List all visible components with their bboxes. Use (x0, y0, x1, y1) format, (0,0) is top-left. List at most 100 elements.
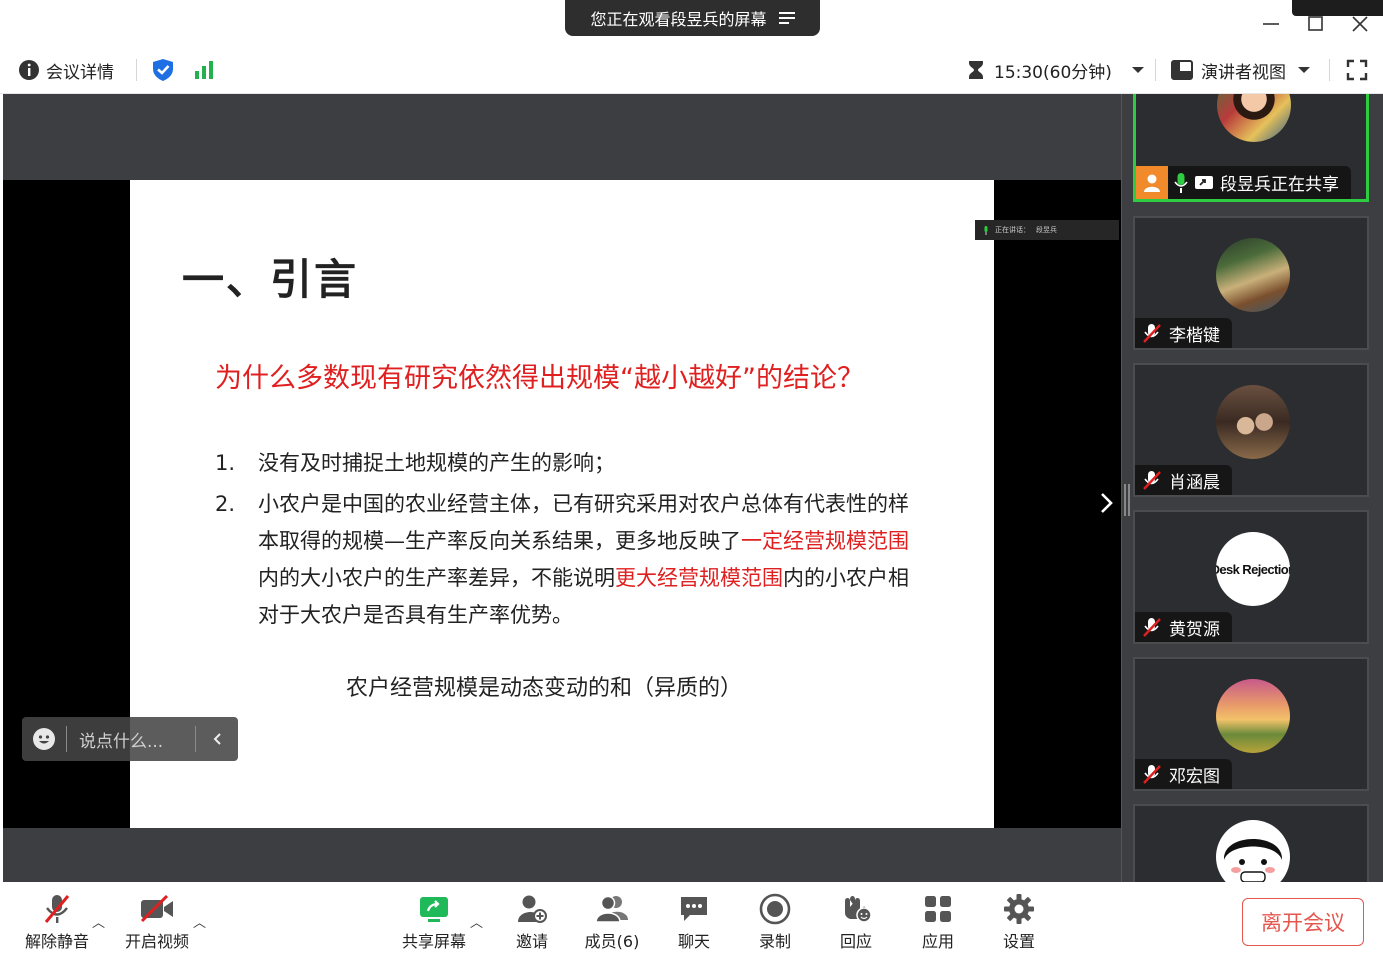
network-signal-indicator[interactable] (193, 46, 217, 94)
viewing-banner[interactable]: 您正在观看段昱兵的屏幕 (565, 0, 820, 36)
participant-tile[interactable]: Desk Rejection 黄贺源 (1133, 510, 1369, 644)
list-text: 没有及时捕捉土地规模的产生的影响； (258, 451, 615, 475)
share-options-caret[interactable]: ︿ (470, 912, 483, 931)
slide-footer: 农户经营规模是动态变动的和（异质的） (346, 676, 743, 701)
participant-tile[interactable]: 李楷键 (1133, 216, 1369, 350)
title-bar: 您正在观看段昱兵的屏幕 (0, 0, 1383, 46)
viewing-banner-text: 您正在观看段昱兵的屏幕 (590, 10, 767, 29)
fullscreen-button[interactable] (1346, 46, 1368, 94)
record-button[interactable]: 录制 (735, 890, 815, 952)
meeting-controls-bar: 解除静音 ︿ 开启视频 ︿ 共享屏幕 ︿ 邀请 成员(6) 聊天 录制 回应 应… (0, 882, 1383, 961)
meeting-details-button[interactable]: 会议详情 (18, 46, 114, 94)
avatar-text: Desk Rejection (1216, 561, 1290, 577)
participants-panel: 段昱兵正在共享 李楷键 肖涵晨 Desk Rejection 黄贺源 邓宏 (1131, 94, 1383, 882)
security-shield-button[interactable] (151, 46, 175, 94)
host-badge (1136, 166, 1168, 199)
fullscreen-icon (1346, 59, 1368, 81)
unmute-button[interactable]: 解除静音 (17, 890, 97, 952)
list-item: 1. 没有及时捕捉土地规模的产生的影响； (215, 445, 915, 482)
add-user-icon (518, 895, 547, 923)
apps-label: 应用 (921, 932, 954, 951)
cartoon-avatar-icon (1223, 839, 1283, 882)
meeting-timer[interactable]: 15:30(60分钟) (966, 46, 1146, 94)
settings-button[interactable]: 设置 (979, 890, 1059, 952)
collapse-chevron-icon[interactable] (196, 729, 238, 749)
video-off-icon (140, 895, 173, 923)
list-number: 2. (215, 492, 236, 516)
active-speaker-indicator: 正在讲话： 段昱兵 (975, 220, 1119, 240)
participant-name: 肖涵晨 (1169, 472, 1220, 493)
emoji-icon[interactable] (32, 727, 56, 751)
list-text-part: 内的大小农户的生产率差异，不能说明 (258, 566, 615, 590)
members-button[interactable]: 成员(6) (572, 890, 652, 952)
meeting-details-label: 会议详情 (46, 62, 114, 83)
maximize-icon (1308, 16, 1323, 31)
leave-meeting-button[interactable]: 离开会议 (1242, 898, 1364, 946)
list-number: 1. (215, 451, 236, 475)
share-screen-label: 共享屏幕 (401, 932, 466, 951)
participant-tile[interactable]: 段昱兵正在共享 (1133, 94, 1369, 202)
share-screen-icon (1195, 175, 1213, 189)
toolbar-divider (136, 59, 137, 81)
apps-button[interactable]: 应用 (898, 890, 978, 952)
muted-microphone-icon (1143, 765, 1161, 784)
apps-grid-icon (925, 896, 951, 922)
audio-options-caret[interactable]: ︿ (92, 912, 105, 931)
view-mode-label: 演讲者视图 (1201, 62, 1286, 83)
members-label: 成员(6) (584, 932, 640, 951)
participant-name: 段昱兵正在共享 (1220, 175, 1339, 195)
highlight-text: 一定经营规模范围 (741, 529, 909, 553)
toolbar-divider (1155, 59, 1156, 81)
avatar: Desk Rejection (1216, 532, 1290, 606)
record-label: 录制 (758, 932, 791, 951)
avatar (1216, 385, 1290, 459)
reaction-hand-icon (845, 896, 872, 923)
muted-microphone-icon (1143, 324, 1161, 343)
video-options-caret[interactable]: ︿ (193, 912, 206, 931)
toolbar-divider (1329, 59, 1330, 81)
muted-microphone-icon (1143, 471, 1161, 490)
panel-resize-handle[interactable] (1121, 94, 1131, 882)
invite-button[interactable]: 邀请 (492, 890, 572, 952)
chevron-down-icon (1131, 67, 1144, 73)
active-speaker-label: 正在讲话： (995, 226, 1030, 234)
react-button[interactable]: 回应 (816, 890, 896, 952)
unmute-label: 解除静音 (24, 932, 89, 951)
participant-name-tag: 肖涵晨 (1135, 465, 1232, 495)
microphone-icon (1174, 172, 1188, 193)
share-screen-icon (420, 897, 448, 922)
meeting-timer-label: 15:30(60分钟) (994, 62, 1112, 83)
highlight-text: 更大经营规模范围 (615, 566, 783, 590)
chat-divider (66, 726, 67, 752)
settings-label: 设置 (1002, 932, 1035, 951)
chat-input[interactable]: 说点什么... (79, 727, 163, 752)
members-icon (595, 895, 628, 923)
chat-bubble-icon (681, 897, 707, 921)
view-mode-selector[interactable]: 演讲者视图 (1171, 46, 1312, 94)
maximize-button[interactable] (1299, 6, 1333, 40)
participant-name-tag: 李楷键 (1135, 318, 1232, 348)
list-text: 小农户是中国的农业经营主体，已有研究采用对农户总体有代表性的样本取得的规模—生产… (258, 486, 915, 634)
chat-button[interactable]: 聊天 (654, 890, 734, 952)
avatar (1216, 820, 1290, 882)
participant-tile[interactable] (1133, 804, 1369, 882)
info-icon (19, 60, 39, 80)
participant-name-tag: 邓宏图 (1135, 759, 1232, 789)
share-screen-button[interactable]: 共享屏幕 (394, 890, 474, 952)
participant-name-tag: 段昱兵正在共享 (1136, 166, 1351, 199)
next-page-button[interactable] (1096, 488, 1118, 518)
participant-tile[interactable]: 邓宏图 (1133, 657, 1369, 791)
avatar (1216, 679, 1290, 753)
start-video-label: 开启视频 (124, 932, 189, 951)
close-button[interactable] (1343, 6, 1377, 40)
speaker-view-icon (1171, 60, 1193, 80)
muted-microphone-icon (44, 895, 70, 923)
participant-tile[interactable]: 肖涵晨 (1133, 363, 1369, 497)
chevron-down-icon (1298, 67, 1310, 73)
signal-bars-icon (195, 61, 213, 79)
start-video-button[interactable]: 开启视频 (117, 890, 197, 952)
participant-name: 邓宏图 (1169, 766, 1220, 787)
slide-list: 1. 没有及时捕捉土地规模的产生的影响； 2. 小农户是中国的农业经营主体，已有… (215, 445, 915, 634)
participant-name: 李楷键 (1169, 325, 1220, 346)
minimize-button[interactable] (1254, 6, 1288, 40)
